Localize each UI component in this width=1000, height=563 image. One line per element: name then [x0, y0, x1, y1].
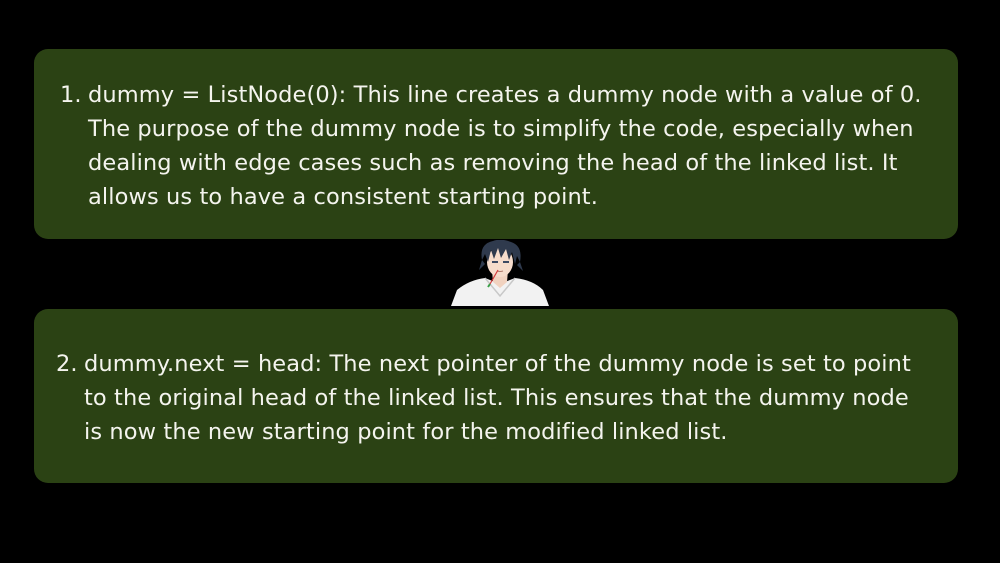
explanation-card-1: 1. dummy = ListNode(0): This line create…	[34, 49, 958, 239]
list-item: 2. dummy.next = head: The next pointer o…	[56, 347, 934, 449]
item-text: dummy.next = head: The next pointer of t…	[84, 351, 911, 445]
list-item: 1. dummy = ListNode(0): This line create…	[60, 78, 928, 214]
item-number: 1.	[60, 82, 82, 108]
item-text: dummy = ListNode(0): This line creates a…	[88, 82, 922, 210]
character-avatar-icon	[449, 240, 551, 306]
explanation-card-2: 2. dummy.next = head: The next pointer o…	[34, 309, 958, 483]
avatar	[451, 240, 549, 306]
item-number: 2.	[56, 351, 78, 377]
